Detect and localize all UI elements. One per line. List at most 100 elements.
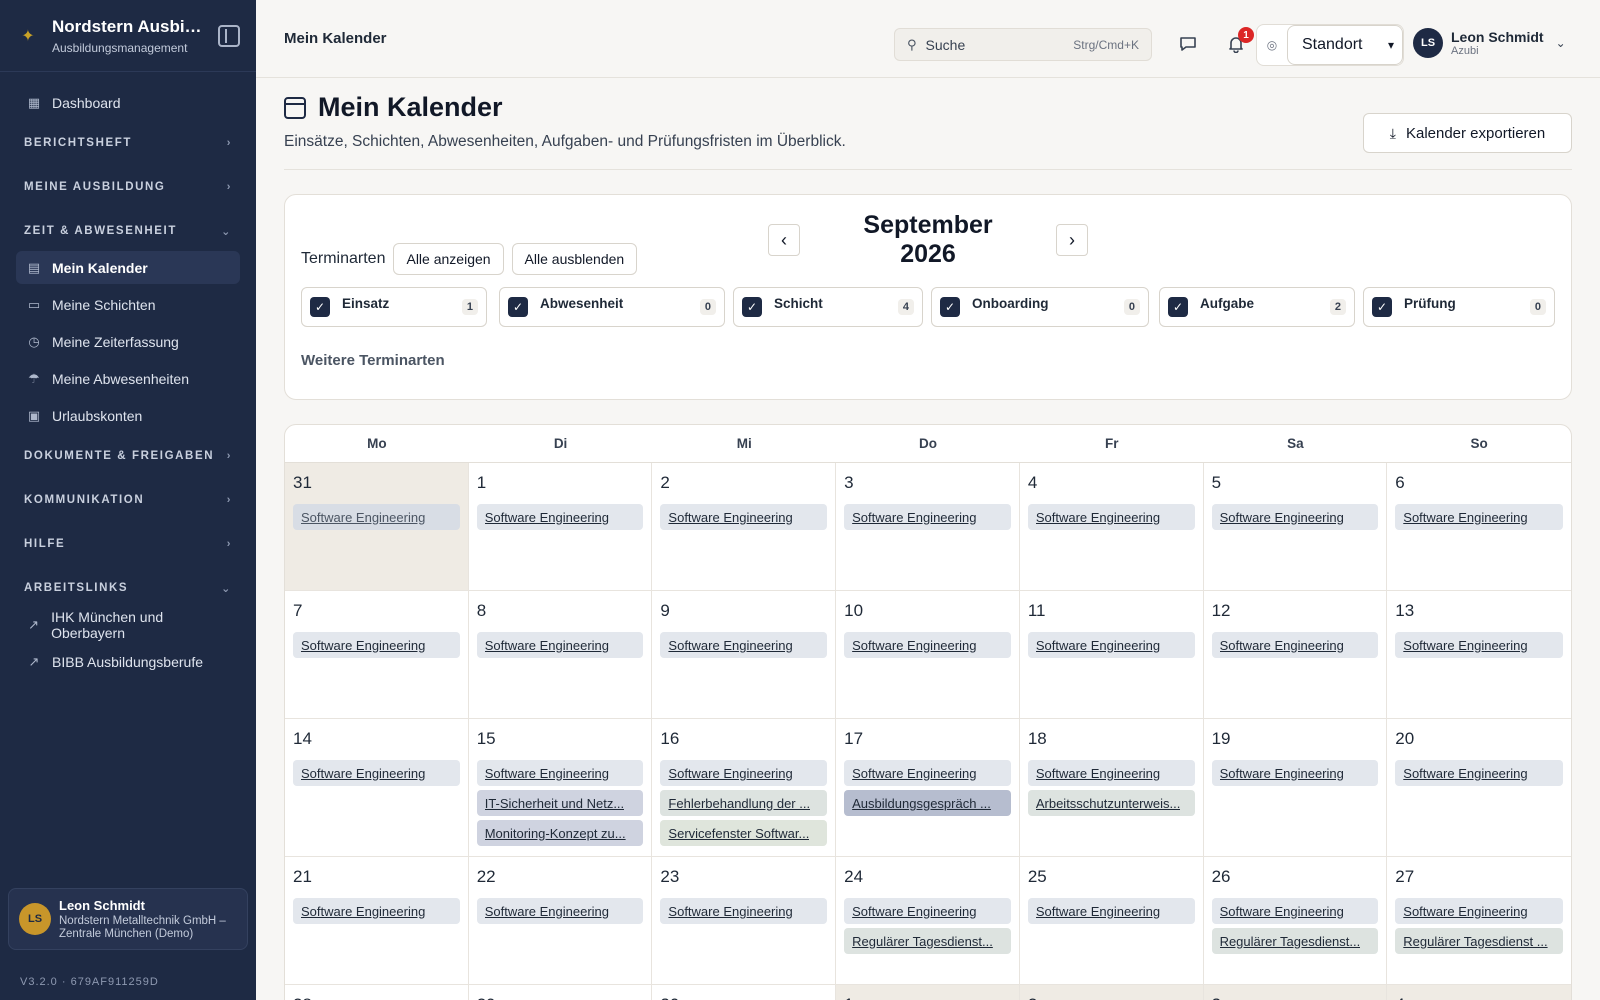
calendar-day-cell[interactable]: 12 Software Engineering — [1203, 591, 1388, 719]
calendar-event[interactable]: Software Engineering — [660, 632, 828, 658]
brand[interactable]: Nordstern Ausbildung Ausbildungsmanageme… — [52, 17, 206, 55]
calendar-event[interactable]: Monitoring-Konzept zu... — [476, 820, 644, 846]
calendar-event[interactable]: Software Engineering — [476, 898, 644, 924]
next-month-button[interactable]: › — [1056, 224, 1088, 256]
sidebar-collapse-icon[interactable] — [218, 24, 240, 47]
calendar-event[interactable]: Software Engineering — [1395, 760, 1563, 786]
sidebar-item-dashboard[interactable]: ▦ Dashboard — [16, 86, 240, 119]
calendar-day-cell[interactable]: 4 — [1387, 985, 1571, 1000]
calendar-event[interactable]: Software Engineering — [476, 760, 644, 786]
calendar-day-cell[interactable]: 31 Software Engineering — [285, 463, 469, 591]
calendar-day-cell[interactable]: 8 Software Engineering — [468, 591, 653, 719]
calendar-day-cell[interactable]: 4 Software Engineering — [1019, 463, 1204, 591]
calendar-event[interactable]: Software Engineering — [476, 504, 644, 530]
calendar-day-cell[interactable]: 28 — [285, 985, 469, 1000]
calendar-event[interactable]: Software Engineering — [660, 504, 828, 530]
more-event-types-toggle[interactable]: Weitere Terminarten — [301, 352, 445, 369]
calendar-day-cell[interactable]: 25 Software Engineering — [1019, 857, 1204, 985]
calendar-day-cell[interactable]: 22 Software Engineering — [468, 857, 653, 985]
section-kommunikation[interactable]: KOMMUNIKATION › — [16, 480, 240, 520]
filter-chip-abwesenheit[interactable]: ✓ Abwesenheit 0 — [499, 287, 725, 327]
calendar-event[interactable]: Software Engineering — [844, 504, 1011, 530]
calendar-day-cell[interactable]: 30 — [652, 985, 837, 1000]
calendar-day-cell[interactable]: 7 Software Engineering — [285, 591, 469, 719]
sidebar-item-mein-kalender[interactable]: ▤ Mein Kalender — [16, 251, 240, 284]
calendar-day-cell[interactable]: 17 Software Engineering Ausbildungsgespräc… — [836, 719, 1020, 857]
sidebar-item-meine-schichten[interactable]: ▭ Meine Schichten — [16, 288, 240, 321]
calendar-event[interactable]: Software Engineering — [293, 504, 460, 530]
hide-all-button[interactable]: Alle ausblenden — [511, 243, 638, 275]
sidebar-item-urlaubskonten[interactable]: ▣ Urlaubskonten — [16, 399, 240, 432]
calendar-event[interactable]: Software Engineering — [1395, 632, 1563, 658]
sidebar-item-meine-zeiterfassung[interactable]: ◷ Meine Zeiterfassung — [16, 325, 240, 358]
checkbox-checked-icon[interactable]: ✓ — [940, 297, 960, 317]
checkbox-checked-icon[interactable]: ✓ — [742, 297, 762, 317]
calendar-day-cell[interactable]: 13 Software Engineering — [1387, 591, 1571, 719]
calendar-event[interactable]: Ausbildungsgespräch ... — [844, 790, 1011, 816]
calendar-event[interactable]: Software Engineering — [1027, 632, 1195, 658]
calendar-day-cell[interactable]: 24 Software Engineering Regulärer Tagesdie… — [836, 857, 1020, 985]
calendar-day-cell[interactable]: 19 Software Engineering — [1203, 719, 1388, 857]
calendar-event[interactable]: Regulärer Tagesdienst... — [844, 928, 1011, 954]
bell-icon[interactable]: 1 — [1224, 27, 1254, 56]
calendar-event[interactable]: Software Engineering — [1027, 760, 1195, 786]
filter-chip-pruefung[interactable]: ✓ Prüfung 0 — [1363, 287, 1555, 327]
calendar-day-cell[interactable]: 5 Software Engineering — [1203, 463, 1388, 591]
prev-month-button[interactable]: ‹ — [768, 224, 800, 256]
calendar-event[interactable]: Software Engineering — [293, 760, 460, 786]
calendar-day-cell[interactable]: 11 Software Engineering — [1019, 591, 1204, 719]
calendar-event[interactable]: Software Engineering — [1211, 632, 1379, 658]
calendar-day-cell[interactable]: 15 Software Engineering IT-Sicherheit und … — [468, 719, 653, 857]
checkbox-checked-icon[interactable]: ✓ — [310, 297, 330, 317]
calendar-event[interactable]: Fehlerbehandlung der ... — [660, 790, 828, 816]
sidebar-user-card[interactable]: LS Leon Schmidt Nordstern Metalltechnik … — [8, 888, 248, 950]
calendar-event[interactable]: Software Engineering — [293, 632, 460, 658]
sidebar-item-meine-abwesenheiten[interactable]: ☂ Meine Abwesenheiten — [16, 362, 240, 395]
sidebar-link-bibb[interactable]: ↗ BIBB Ausbildungsberufe — [16, 645, 240, 678]
calendar-day-cell[interactable]: 2 — [1019, 985, 1204, 1000]
calendar-day-cell[interactable]: 6 Software Engineering — [1387, 463, 1571, 591]
filter-chip-schicht[interactable]: ✓ Schicht 4 — [733, 287, 923, 327]
calendar-event[interactable]: Software Engineering — [844, 898, 1011, 924]
search-input[interactable]: ⚲ Suche Strg/Cmd+K — [894, 28, 1152, 61]
section-dokumente-freigaben[interactable]: DOKUMENTE & FREIGABEN › — [16, 436, 240, 476]
filter-chip-einsatz[interactable]: ✓ Einsatz 1 — [301, 287, 487, 327]
calendar-day-cell[interactable]: 18 Software Engineering Arbeitsschutzunter… — [1019, 719, 1204, 857]
calendar-day-cell[interactable]: 20 Software Engineering — [1387, 719, 1571, 857]
calendar-day-cell[interactable]: 10 Software Engineering — [836, 591, 1020, 719]
section-hilfe[interactable]: HILFE › — [16, 524, 240, 564]
checkbox-checked-icon[interactable]: ✓ — [508, 297, 528, 317]
section-meine-ausbildung[interactable]: MEINE AUSBILDUNG › — [16, 167, 240, 207]
section-zeit-abwesenheit[interactable]: ZEIT & ABWESENHEIT ⌄ — [16, 211, 240, 251]
export-calendar-button[interactable]: ⤓ Kalender exportieren — [1363, 113, 1572, 153]
calendar-event[interactable]: Servicefenster Softwar... — [660, 820, 828, 846]
calendar-event[interactable]: Software Engineering — [660, 898, 828, 924]
calendar-day-cell[interactable]: 14 Software Engineering — [285, 719, 469, 857]
calendar-event[interactable]: Software Engineering — [476, 632, 644, 658]
filter-chip-onboarding[interactable]: ✓ Onboarding 0 — [931, 287, 1149, 327]
calendar-day-cell[interactable]: 16 Software Engineering Fehlerbehandlung d… — [652, 719, 837, 857]
calendar-event[interactable]: IT-Sicherheit und Netz... — [476, 790, 644, 816]
calendar-event[interactable]: Regulärer Tagesdienst... — [1211, 928, 1379, 954]
calendar-event[interactable]: Software Engineering — [844, 760, 1011, 786]
calendar-day-cell[interactable]: 29 — [469, 985, 653, 1000]
show-all-button[interactable]: Alle anzeigen — [393, 243, 504, 275]
calendar-event[interactable]: Software Engineering — [1395, 898, 1563, 924]
sidebar-link-ihk[interactable]: ↗ IHK München und Oberbayern — [16, 608, 240, 641]
filter-chip-aufgabe[interactable]: ✓ Aufgabe 2 — [1159, 287, 1355, 327]
calendar-day-cell[interactable]: 2 Software Engineering — [652, 463, 837, 591]
calendar-day-cell[interactable]: 1 — [836, 985, 1020, 1000]
user-menu[interactable]: LS Leon Schmidt Azubi ⌄ — [1413, 28, 1566, 58]
calendar-event[interactable]: Software Engineering — [1395, 504, 1563, 530]
calendar-day-cell[interactable]: 3 — [1203, 985, 1388, 1000]
location-dropdown[interactable]: Standort ▾ — [1287, 25, 1403, 65]
calendar-event[interactable]: Software Engineering — [293, 898, 460, 924]
checkbox-checked-icon[interactable]: ✓ — [1168, 297, 1188, 317]
calendar-day-cell[interactable]: 27 Software Engineering Regulärer Tagesdie… — [1387, 857, 1571, 985]
calendar-day-cell[interactable]: 3 Software Engineering — [836, 463, 1020, 591]
calendar-event[interactable]: Regulärer Tagesdienst ... — [1395, 928, 1563, 954]
calendar-day-cell[interactable]: 9 Software Engineering — [652, 591, 837, 719]
calendar-event[interactable]: Software Engineering — [1211, 898, 1379, 924]
section-arbeitslinks[interactable]: ARBEITSLINKS ⌄ — [16, 568, 240, 608]
messages-icon[interactable] — [1176, 32, 1200, 56]
